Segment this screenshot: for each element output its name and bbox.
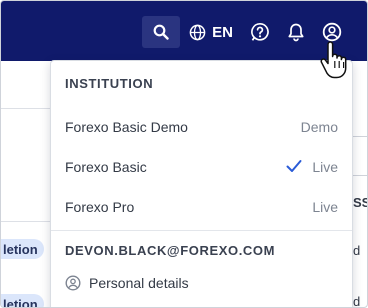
institution-item-forexo-basic[interactable]: Forexo Basic Live — [51, 147, 352, 187]
checkmark-icon — [286, 160, 302, 172]
institution-name: Forexo Pro — [65, 199, 135, 215]
search-icon — [153, 24, 169, 40]
search-button[interactable] — [142, 16, 180, 48]
account-email-heading: DEVON.BLACK@FOREXO.COM — [65, 243, 276, 258]
hand-pointer-icon — [320, 41, 347, 79]
background-text: SS — [353, 195, 367, 210]
institution-status: Live — [312, 199, 338, 215]
bell-icon — [288, 23, 304, 42]
notifications-button[interactable] — [282, 16, 310, 48]
status-badge: letion — [1, 239, 44, 259]
institution-name: Forexo Basic — [65, 159, 147, 175]
background-divider — [1, 108, 51, 109]
personal-details-link[interactable]: Personal details — [65, 275, 189, 291]
institution-name: Forexo Basic Demo — [65, 119, 188, 135]
institution-heading: INSTITUTION — [65, 76, 154, 91]
user-circle-icon — [65, 275, 81, 291]
account-dropdown: INSTITUTION Forexo Basic Demo Demo Forex… — [50, 60, 353, 307]
top-navigation-bar: EN — [1, 1, 367, 61]
globe-icon — [189, 24, 206, 40]
institution-item-forexo-basic-demo[interactable]: Forexo Basic Demo Demo — [51, 107, 352, 147]
background-text: d — [353, 243, 361, 258]
institution-status: Live — [312, 159, 338, 175]
help-button[interactable] — [246, 16, 274, 48]
institution-status: Demo — [300, 119, 338, 135]
status-badge: letion — [1, 294, 44, 307]
institution-item-forexo-pro[interactable]: Forexo Pro Live — [51, 187, 352, 227]
language-code: EN — [212, 23, 233, 41]
user-circle-icon — [322, 22, 342, 42]
personal-details-label: Personal details — [89, 275, 189, 291]
app-frame: EN letion letion SS d d — [0, 0, 368, 308]
menu-divider — [51, 230, 352, 231]
background-text: d — [353, 294, 361, 308]
language-selector[interactable]: EN — [188, 16, 234, 48]
help-icon — [251, 22, 269, 41]
background-divider — [1, 221, 51, 222]
